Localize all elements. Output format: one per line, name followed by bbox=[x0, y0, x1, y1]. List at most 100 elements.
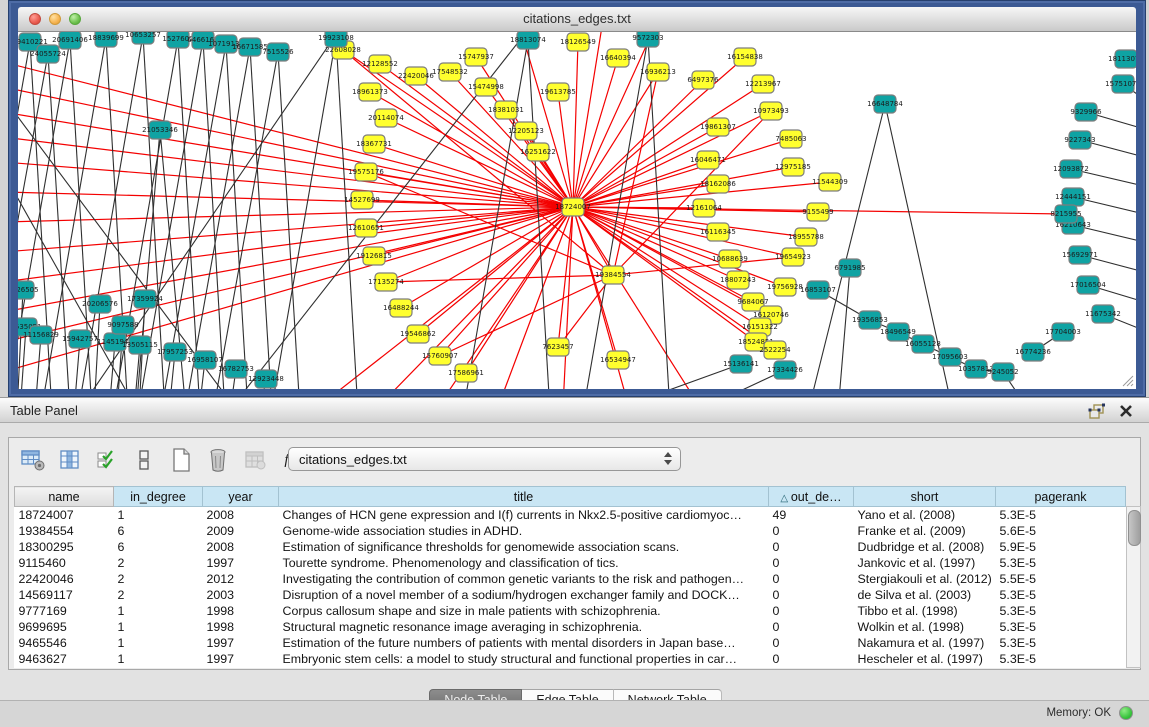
column-header-title[interactable]: title bbox=[279, 487, 769, 507]
column-header-name[interactable]: name bbox=[15, 487, 114, 507]
graph-node[interactable]: 19546862 bbox=[400, 325, 436, 343]
graph-node[interactable]: 15751074 bbox=[1105, 75, 1136, 93]
graph-node[interactable]: 15692971 bbox=[1062, 246, 1098, 264]
memory-status-icon[interactable] bbox=[1119, 706, 1133, 720]
graph-node[interactable]: 16534947 bbox=[600, 351, 636, 369]
graph-node[interactable]: 7623457 bbox=[542, 338, 573, 356]
graph-node[interactable]: 11544309 bbox=[812, 173, 848, 191]
column-header-pagerank[interactable]: pagerank bbox=[996, 487, 1126, 507]
graph-node[interactable]: 19126815 bbox=[356, 247, 392, 265]
graph-node-label: 16936213 bbox=[640, 68, 676, 76]
close-panel-icon[interactable] bbox=[1117, 402, 1135, 420]
row-format-icon[interactable] bbox=[130, 446, 158, 474]
graph-node[interactable]: 10653257 bbox=[125, 32, 161, 44]
delete-column-icon[interactable] bbox=[204, 446, 232, 474]
graph-node[interactable]: 17135274 bbox=[368, 273, 404, 291]
graph-node[interactable]: 18126549 bbox=[560, 33, 596, 51]
graph-node[interactable]: 12975185 bbox=[775, 158, 811, 176]
graph-node[interactable]: 12213967 bbox=[745, 75, 781, 93]
graph-node[interactable]: 16640394 bbox=[600, 49, 636, 67]
graph-node[interactable]: 19356853 bbox=[852, 311, 888, 329]
graph-node[interactable]: 9572303 bbox=[632, 32, 663, 47]
graph-node[interactable]: 22420046 bbox=[398, 67, 434, 85]
table-selector-combo[interactable]: citations_edges.txt bbox=[288, 447, 681, 471]
graph-node[interactable]: 19756928 bbox=[767, 278, 803, 296]
graph-node[interactable]: 10688639 bbox=[712, 250, 748, 268]
table-row[interactable]: 946554611997Estimation of the future num… bbox=[15, 635, 1126, 651]
resize-grip-icon[interactable] bbox=[1120, 373, 1134, 387]
graph-node[interactable]: 15942757 bbox=[62, 330, 98, 348]
graph-node[interactable]: 2522254 bbox=[759, 341, 791, 359]
graph-node[interactable]: 12161064 bbox=[686, 199, 722, 217]
delete-table-icon[interactable] bbox=[241, 446, 269, 474]
graph-node[interactable]: 17548532 bbox=[432, 63, 468, 81]
float-panel-icon[interactable] bbox=[1087, 402, 1107, 420]
graph-node[interactable]: 12093872 bbox=[1053, 160, 1089, 178]
network-canvas[interactable]: 1872400718961373201140741836773119575176… bbox=[18, 32, 1136, 389]
table-cell: Tibbo et al. (1998) bbox=[854, 603, 996, 619]
graph-node[interactable]: 16116345 bbox=[700, 223, 736, 241]
graph-node[interactable]: 8215955 bbox=[1050, 205, 1081, 223]
graph-node[interactable]: 18839699 bbox=[88, 32, 124, 47]
graph-node[interactable]: 9155499 bbox=[802, 203, 833, 221]
table-mode-icon[interactable] bbox=[19, 446, 47, 474]
graph-node[interactable]: 16046471 bbox=[690, 151, 726, 169]
table-row[interactable]: 946362711997Embryonic stem cells: a mode… bbox=[15, 651, 1126, 667]
graph-node[interactable]: 6791985 bbox=[834, 259, 865, 277]
network-window-titlebar[interactable]: citations_edges.txt bbox=[18, 7, 1136, 32]
column-header-short[interactable]: short bbox=[854, 487, 996, 507]
column-header-year[interactable]: year bbox=[203, 487, 279, 507]
graph-node[interactable]: 16853107 bbox=[800, 281, 836, 299]
table-cell: 1997 bbox=[203, 651, 279, 667]
graph-node[interactable]: 15136141 bbox=[723, 355, 759, 373]
table-row[interactable]: 1938455462009Genome-wide association stu… bbox=[15, 523, 1126, 539]
table-row[interactable]: 911546021997Tourette syndrome. Phenomeno… bbox=[15, 555, 1126, 571]
graph-node[interactable]: 7485063 bbox=[775, 130, 806, 148]
graph-node[interactable]: 16936213 bbox=[640, 63, 676, 81]
graph-node[interactable]: 16648784 bbox=[867, 95, 903, 113]
graph-node[interactable]: 18961373 bbox=[352, 83, 388, 101]
table-row[interactable]: 1456911722003Disruption of a novel membe… bbox=[15, 587, 1126, 603]
graph-node[interactable]: 9097588 bbox=[107, 316, 138, 334]
graph-node[interactable]: 18813074 bbox=[510, 32, 546, 49]
graph-node[interactable]: 9329966 bbox=[1070, 103, 1102, 121]
select-columns-icon[interactable] bbox=[93, 446, 121, 474]
graph-node[interactable]: 19654923 bbox=[775, 248, 811, 266]
graph-node[interactable]: 12444151 bbox=[1055, 188, 1091, 206]
graph-node[interactable]: 16774236 bbox=[1015, 343, 1051, 361]
table-row[interactable]: 977716911998Corpus callosum shape and si… bbox=[15, 603, 1126, 619]
graph-node[interactable]: 16251622 bbox=[520, 143, 556, 161]
graph-node[interactable]: 20206576 bbox=[82, 295, 118, 313]
scrollbar-thumb[interactable] bbox=[1128, 510, 1141, 546]
graph-node[interactable]: 19613785 bbox=[540, 83, 576, 101]
graph-node[interactable]: 7515526 bbox=[262, 43, 294, 61]
table-row[interactable]: 1872400712008Changes of HCN gene express… bbox=[15, 507, 1126, 524]
graph-node[interactable]: 18381031 bbox=[488, 101, 524, 119]
show-columns-icon[interactable] bbox=[56, 446, 84, 474]
graph-node[interactable]: 11675342 bbox=[1085, 305, 1121, 323]
new-column-icon[interactable] bbox=[167, 446, 195, 474]
graph-node[interactable]: 15747937 bbox=[458, 48, 494, 66]
graph-node[interactable]: 17586961 bbox=[448, 364, 484, 382]
table-row[interactable]: 969969511998Structural magnetic resonanc… bbox=[15, 619, 1126, 635]
graph-node[interactable]: 18367731 bbox=[356, 135, 392, 153]
graph-node[interactable]: 16154838 bbox=[727, 48, 763, 66]
table-row[interactable]: 1830029562008Estimation of significance … bbox=[15, 539, 1126, 555]
graph-node[interactable]: 9227343 bbox=[1064, 131, 1095, 149]
graph-node-label: 9245052 bbox=[987, 368, 1018, 376]
column-header-out_de[interactable]: △ out_de… bbox=[769, 487, 854, 507]
table-row[interactable]: 2242004622012Investigating the contribut… bbox=[15, 571, 1126, 587]
graph-node[interactable]: 9245052 bbox=[987, 363, 1018, 381]
graph-node[interactable]: 18113074 bbox=[1108, 50, 1136, 68]
graph-node[interactable]: 14527699 bbox=[344, 191, 380, 209]
graph-node[interactable]: 17016504 bbox=[1070, 276, 1106, 294]
column-header-in_degree[interactable]: in_degree bbox=[114, 487, 203, 507]
graph-node[interactable]: 12610651 bbox=[348, 219, 384, 237]
graph-node[interactable]: 2526505 bbox=[18, 281, 39, 299]
graph-node[interactable]: 15474998 bbox=[468, 78, 504, 96]
graph-node[interactable]: 17704003 bbox=[1045, 323, 1081, 341]
graph-node[interactable]: 16488244 bbox=[383, 299, 419, 317]
graph-node[interactable]: 18955788 bbox=[788, 228, 824, 246]
table-scrollbar[interactable] bbox=[1126, 506, 1141, 668]
graph-node[interactable]: 6497376 bbox=[687, 71, 719, 89]
